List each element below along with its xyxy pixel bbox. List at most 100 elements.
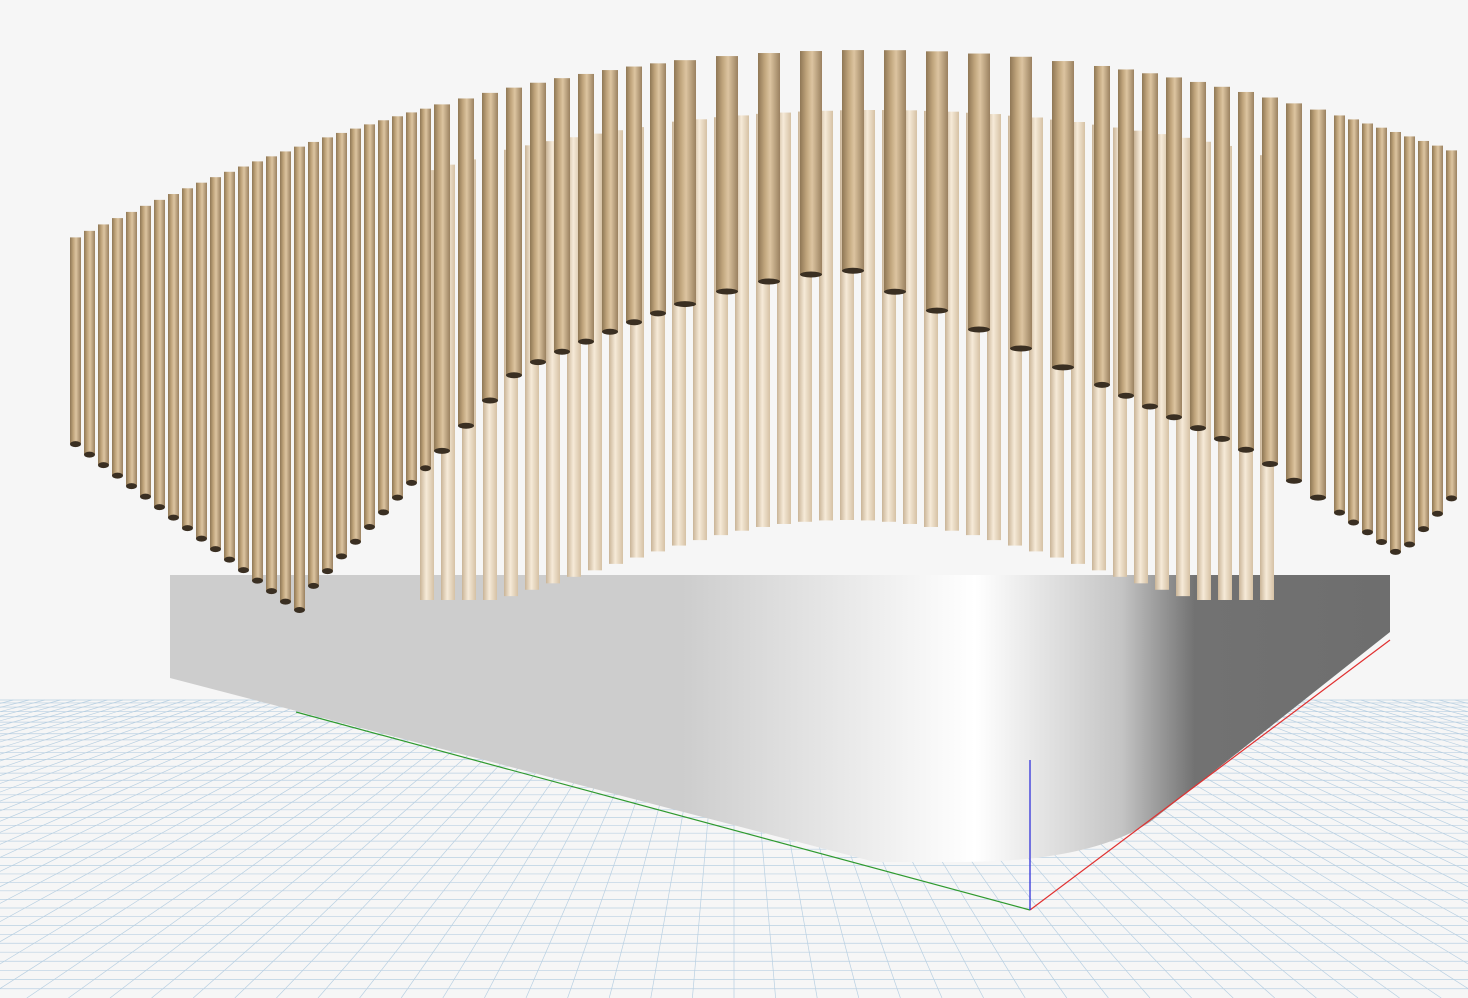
3d-viewport[interactable]	[0, 0, 1468, 998]
rod-end-cap	[1166, 414, 1182, 421]
outer-rod	[154, 199, 165, 508]
outer-rod	[140, 205, 151, 497]
outer-rod	[392, 116, 403, 498]
outer-rod	[602, 70, 618, 332]
outer-rod	[530, 82, 546, 363]
rod-end-cap	[224, 556, 235, 563]
outer-rod	[1286, 103, 1302, 481]
rod-end-cap	[1390, 548, 1401, 555]
rod-end-cap	[554, 348, 570, 355]
rod-end-cap	[1142, 403, 1158, 410]
rod-end-cap	[716, 288, 738, 295]
scene-canvas[interactable]	[0, 0, 1468, 998]
outer-rod	[1348, 119, 1359, 523]
rod-end-cap	[294, 607, 305, 613]
outer-rod	[800, 51, 822, 275]
rod-end-cap	[1094, 381, 1110, 388]
rod-end-cap	[1262, 461, 1278, 467]
outer-rod	[84, 230, 95, 455]
outer-rod	[378, 120, 389, 513]
rod-end-cap	[602, 328, 618, 335]
rod-end-cap	[308, 582, 319, 589]
rod-end-cap	[758, 278, 780, 285]
outer-rod	[1446, 150, 1457, 499]
outer-rod	[1190, 81, 1206, 429]
outer-rod	[70, 237, 81, 445]
rod-end-cap	[406, 479, 417, 486]
outer-rod	[1214, 86, 1230, 439]
outer-rod	[968, 53, 990, 330]
rod-end-cap	[482, 397, 498, 404]
outer-rod	[434, 104, 450, 451]
rod-end-cap	[1214, 435, 1230, 442]
outer-rod	[196, 182, 207, 539]
outer-rod	[1118, 69, 1134, 396]
outer-rod	[1376, 127, 1387, 543]
outer-rod	[224, 171, 235, 560]
outer-rod	[1052, 61, 1074, 368]
outer-rod	[1238, 91, 1254, 450]
outer-rod	[1010, 56, 1032, 349]
rod-end-cap	[1010, 345, 1032, 352]
outer-rod	[420, 108, 431, 469]
rod-end-cap	[126, 483, 137, 490]
outer-rod	[406, 112, 417, 483]
rod-end-cap	[392, 494, 403, 501]
rod-end-cap	[84, 451, 95, 458]
rod-end-cap	[154, 504, 165, 511]
rod-end-cap	[112, 472, 123, 479]
rod-end-cap	[1190, 425, 1206, 432]
rod-end-cap	[420, 465, 431, 472]
outer-rod	[182, 188, 193, 529]
rod-end-cap	[1432, 510, 1443, 517]
rod-end-cap	[650, 310, 666, 317]
outer-rod	[112, 218, 123, 476]
outer-rod	[1432, 145, 1443, 514]
outer-rod	[1362, 123, 1373, 533]
rod-end-cap	[842, 267, 864, 274]
rod-end-cap	[926, 307, 948, 314]
rod-end-cap	[210, 546, 221, 553]
rod-end-cap	[70, 441, 81, 448]
rod-end-cap	[1418, 526, 1429, 533]
outer-rod	[364, 124, 375, 528]
outer-rod	[578, 73, 594, 342]
rod-end-cap	[674, 301, 696, 308]
outer-rod	[350, 128, 361, 542]
outer-rod	[168, 194, 179, 518]
outer-rod	[1142, 73, 1158, 407]
outer-rod	[506, 87, 522, 376]
rod-end-cap	[280, 598, 291, 605]
outer-rod	[674, 60, 696, 305]
outer-rod	[758, 53, 780, 282]
rod-end-cap	[1052, 364, 1074, 371]
outer-rod	[554, 78, 570, 352]
outer-rod	[926, 51, 948, 311]
rod-end-cap	[1334, 509, 1345, 516]
rod-end-cap	[578, 338, 594, 345]
rod-end-cap	[364, 524, 375, 531]
outer-rod	[336, 132, 347, 557]
outer-rod	[842, 50, 864, 271]
rod-end-cap	[968, 326, 990, 333]
rod-end-cap	[458, 422, 474, 429]
outer-rod	[98, 224, 109, 466]
rod-end-cap	[336, 553, 347, 560]
rod-end-cap	[1362, 529, 1373, 536]
outer-rod	[210, 177, 221, 550]
rod-end-cap	[884, 288, 906, 295]
rod-end-cap	[1348, 519, 1359, 526]
rod-end-cap	[1404, 541, 1415, 548]
outer-rod	[482, 92, 498, 401]
rod-end-cap	[168, 514, 179, 521]
rod-end-cap	[434, 447, 450, 454]
outer-rod	[1418, 140, 1429, 530]
outer-rod	[1404, 136, 1415, 545]
rod-end-cap	[266, 588, 277, 595]
outer-rod	[126, 211, 137, 487]
rod-end-cap	[506, 372, 522, 379]
rod-end-cap	[322, 568, 333, 575]
outer-rod	[626, 66, 642, 323]
rod-end-cap	[1286, 477, 1302, 484]
outer-rod	[1262, 97, 1278, 464]
